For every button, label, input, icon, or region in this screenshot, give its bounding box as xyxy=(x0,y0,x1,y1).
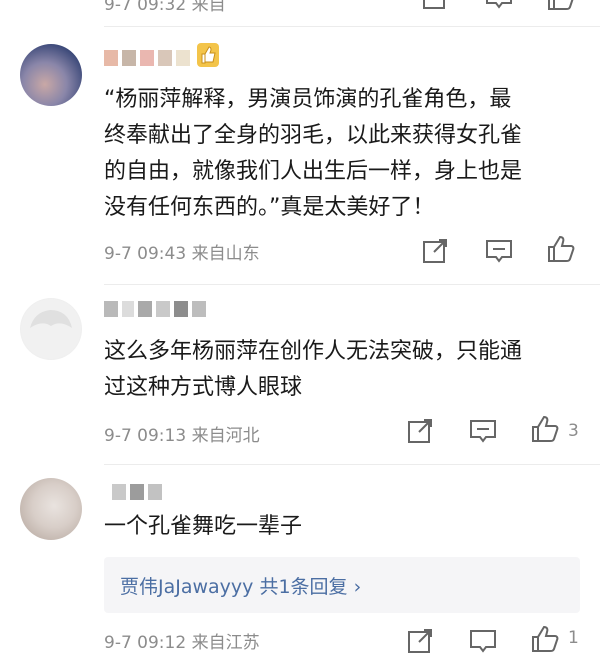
comment-text-line: 一个孔雀舞吃一辈子 xyxy=(104,514,303,539)
like-count: 1 xyxy=(568,628,579,648)
comment-text-line: 没有任何东西的。”真是太美好了！ xyxy=(104,195,435,220)
comment-meta: 9-7 09:13 来自河北 xyxy=(104,426,260,446)
reply-summary-link[interactable]: 贾伟JaJawayyy 共1条回复 › xyxy=(120,572,361,599)
share-icon[interactable] xyxy=(420,236,450,266)
comment-meta: 9-7 09:12 来自江苏 xyxy=(104,633,260,653)
comment-text-line: 的自由，就像我们人出生后一样，身上也是 xyxy=(104,159,523,184)
share-icon[interactable] xyxy=(420,0,450,12)
comment-text-line: “杨丽萍解释，男演员饰演的孔雀角色，最 xyxy=(104,87,512,112)
divider xyxy=(104,464,600,465)
like-icon[interactable] xyxy=(546,0,576,12)
username-blurred[interactable] xyxy=(104,50,190,66)
username-blurred[interactable] xyxy=(112,484,162,500)
comment-text-line: 这么多年杨丽萍在创作人无法突破，只能通 xyxy=(104,339,523,364)
like-icon[interactable] xyxy=(530,414,560,444)
divider xyxy=(104,284,600,285)
comment-meta: 9-7 09:43 来自山东 xyxy=(104,244,260,264)
comment-text-line: 过这种方式博人眼球 xyxy=(104,375,303,400)
avatar[interactable] xyxy=(20,298,82,360)
thumbs-up-badge-icon xyxy=(196,42,220,68)
comment-icon[interactable] xyxy=(468,626,498,656)
divider xyxy=(104,26,600,27)
username-blurred[interactable] xyxy=(104,301,206,317)
avatar[interactable] xyxy=(20,44,82,106)
comment-icon[interactable] xyxy=(484,0,514,12)
comment-icon[interactable] xyxy=(468,416,498,446)
comment-meta-top: 9-7 09:32 来自 xyxy=(104,0,226,15)
comment-icon[interactable] xyxy=(484,236,514,266)
like-icon[interactable] xyxy=(530,624,560,654)
reply-summary[interactable]: 贾伟JaJawayyy 共1条回复 › xyxy=(104,557,580,613)
comment-text-line: 终奉献出了全身的羽毛，以此来获得女孔雀 xyxy=(104,123,523,148)
like-icon[interactable] xyxy=(546,234,576,264)
avatar[interactable] xyxy=(20,478,82,540)
like-count: 3 xyxy=(568,421,579,441)
share-icon[interactable] xyxy=(405,416,435,446)
share-icon[interactable] xyxy=(405,626,435,656)
